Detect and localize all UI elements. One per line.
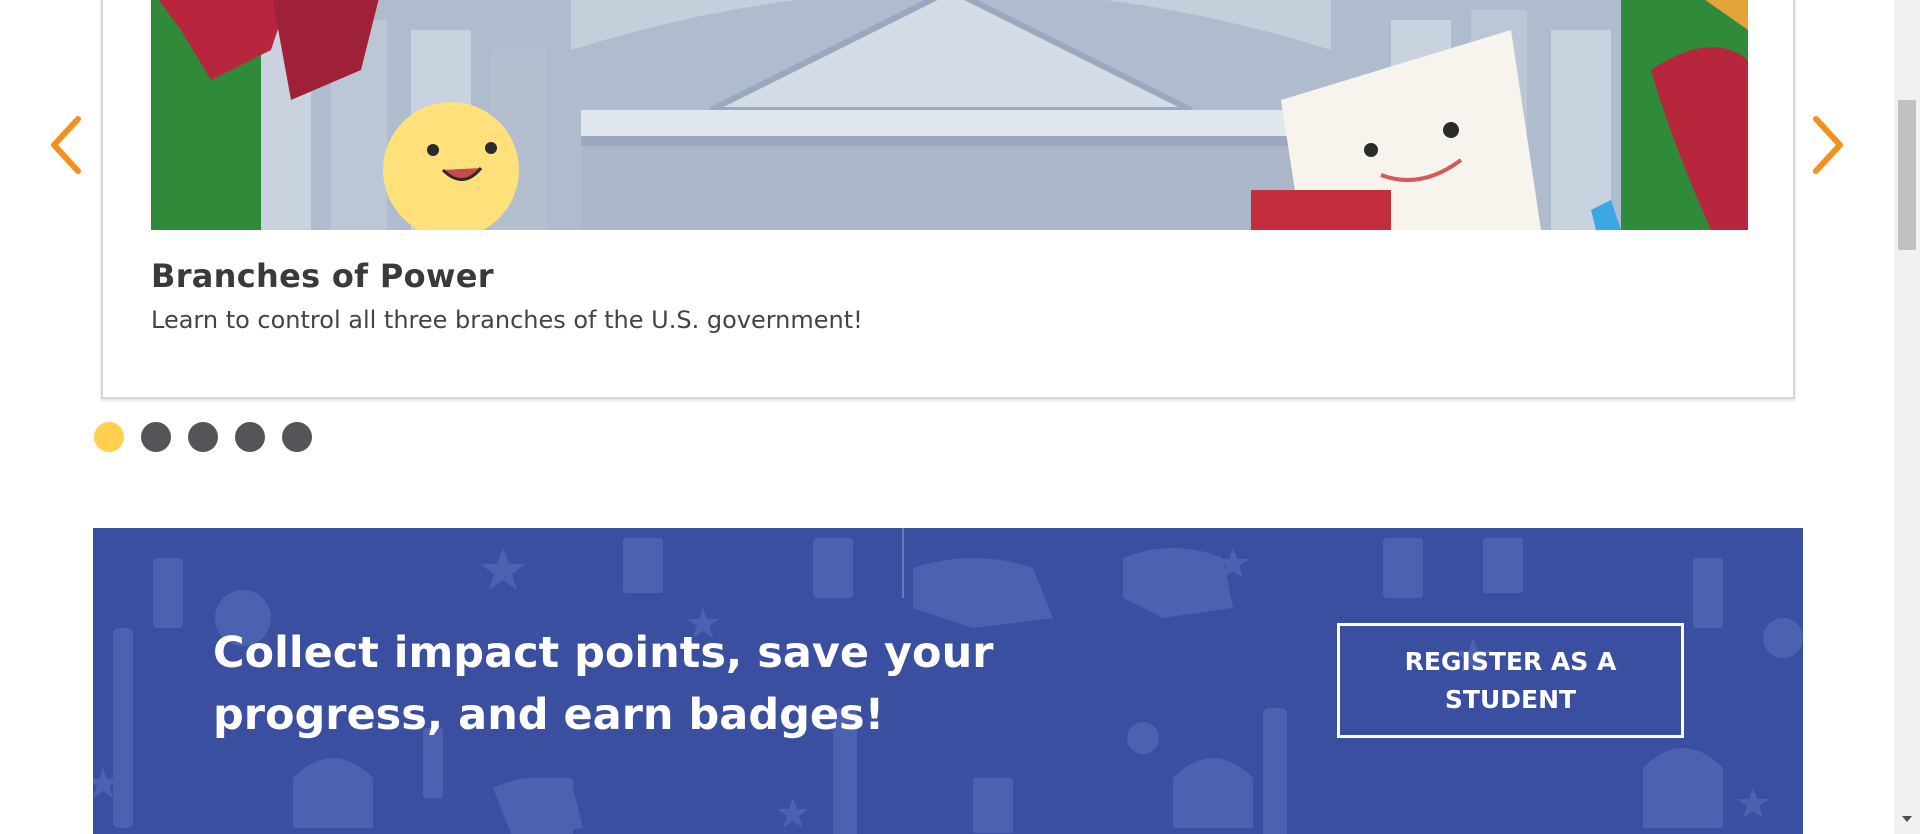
register-banner: Collect impact points, save your progres… [93, 528, 1803, 834]
slide-description: Learn to control all three branches of t… [151, 306, 863, 334]
carousel-dot-1[interactable] [94, 422, 124, 452]
scrollbar-thumb[interactable] [1898, 100, 1916, 250]
scroll-down-arrow-icon[interactable] [1902, 816, 1912, 822]
carousel-dot-5[interactable] [282, 422, 312, 452]
carousel-pagination [94, 422, 312, 452]
page-scrollbar[interactable] [1894, 0, 1920, 834]
banner-headline: Collect impact points, save your progres… [213, 628, 994, 740]
carousel-dot-2[interactable] [141, 422, 171, 452]
register-as-student-button[interactable]: REGISTER AS A STUDENT [1337, 623, 1684, 738]
chevron-right-icon [1813, 116, 1843, 174]
carousel-dot-4[interactable] [235, 422, 265, 452]
chevron-left-icon [51, 116, 81, 174]
carousel-next-button[interactable] [1808, 110, 1848, 180]
carousel-prev-button[interactable] [46, 110, 86, 180]
slide-title: Branches of Power [151, 257, 494, 295]
carousel-dot-3[interactable] [188, 422, 218, 452]
slide-illustration [151, 0, 1748, 230]
carousel-slide[interactable]: Branches of Power Learn to control all t… [101, 0, 1795, 399]
